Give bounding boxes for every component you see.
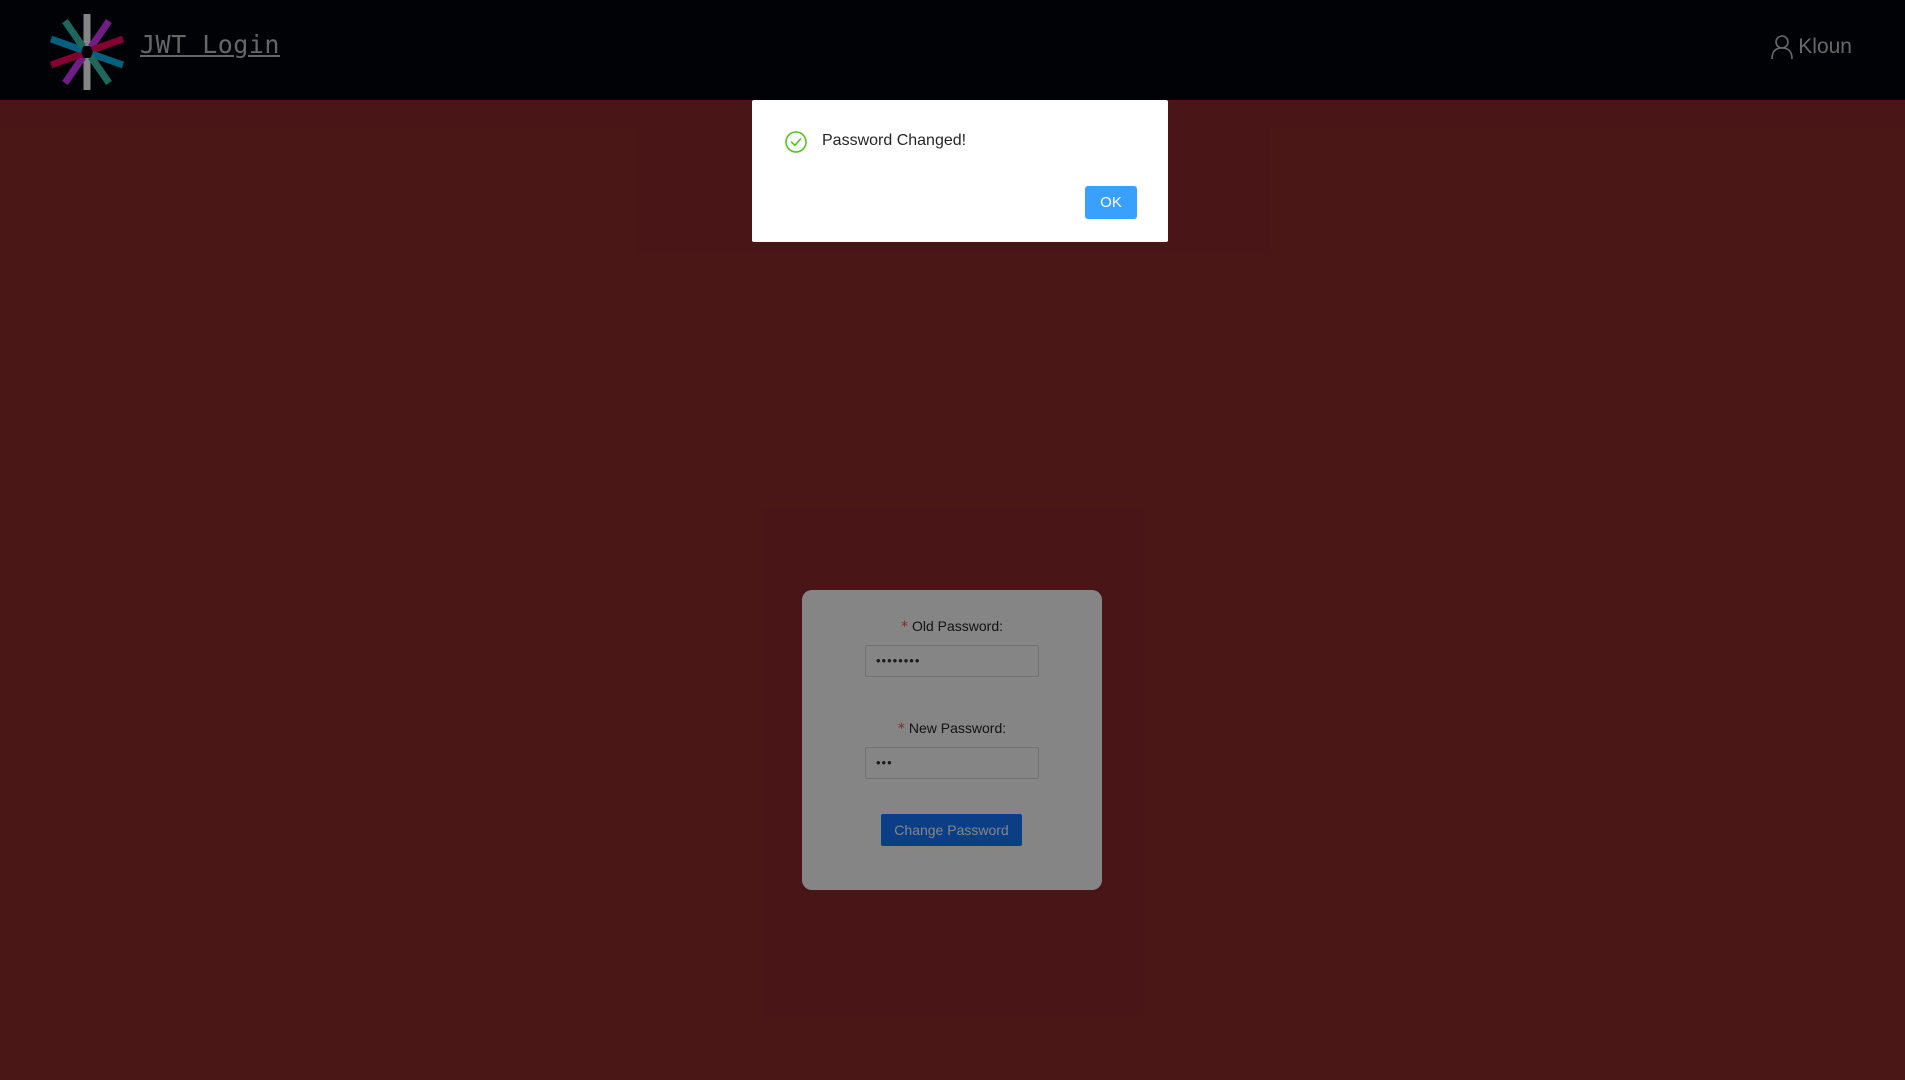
- check-circle-icon: [785, 131, 807, 153]
- ok-button[interactable]: OK: [1085, 186, 1137, 219]
- modal-message: Password Changed!: [822, 132, 967, 149]
- success-modal: Password Changed! OK: [752, 100, 1168, 242]
